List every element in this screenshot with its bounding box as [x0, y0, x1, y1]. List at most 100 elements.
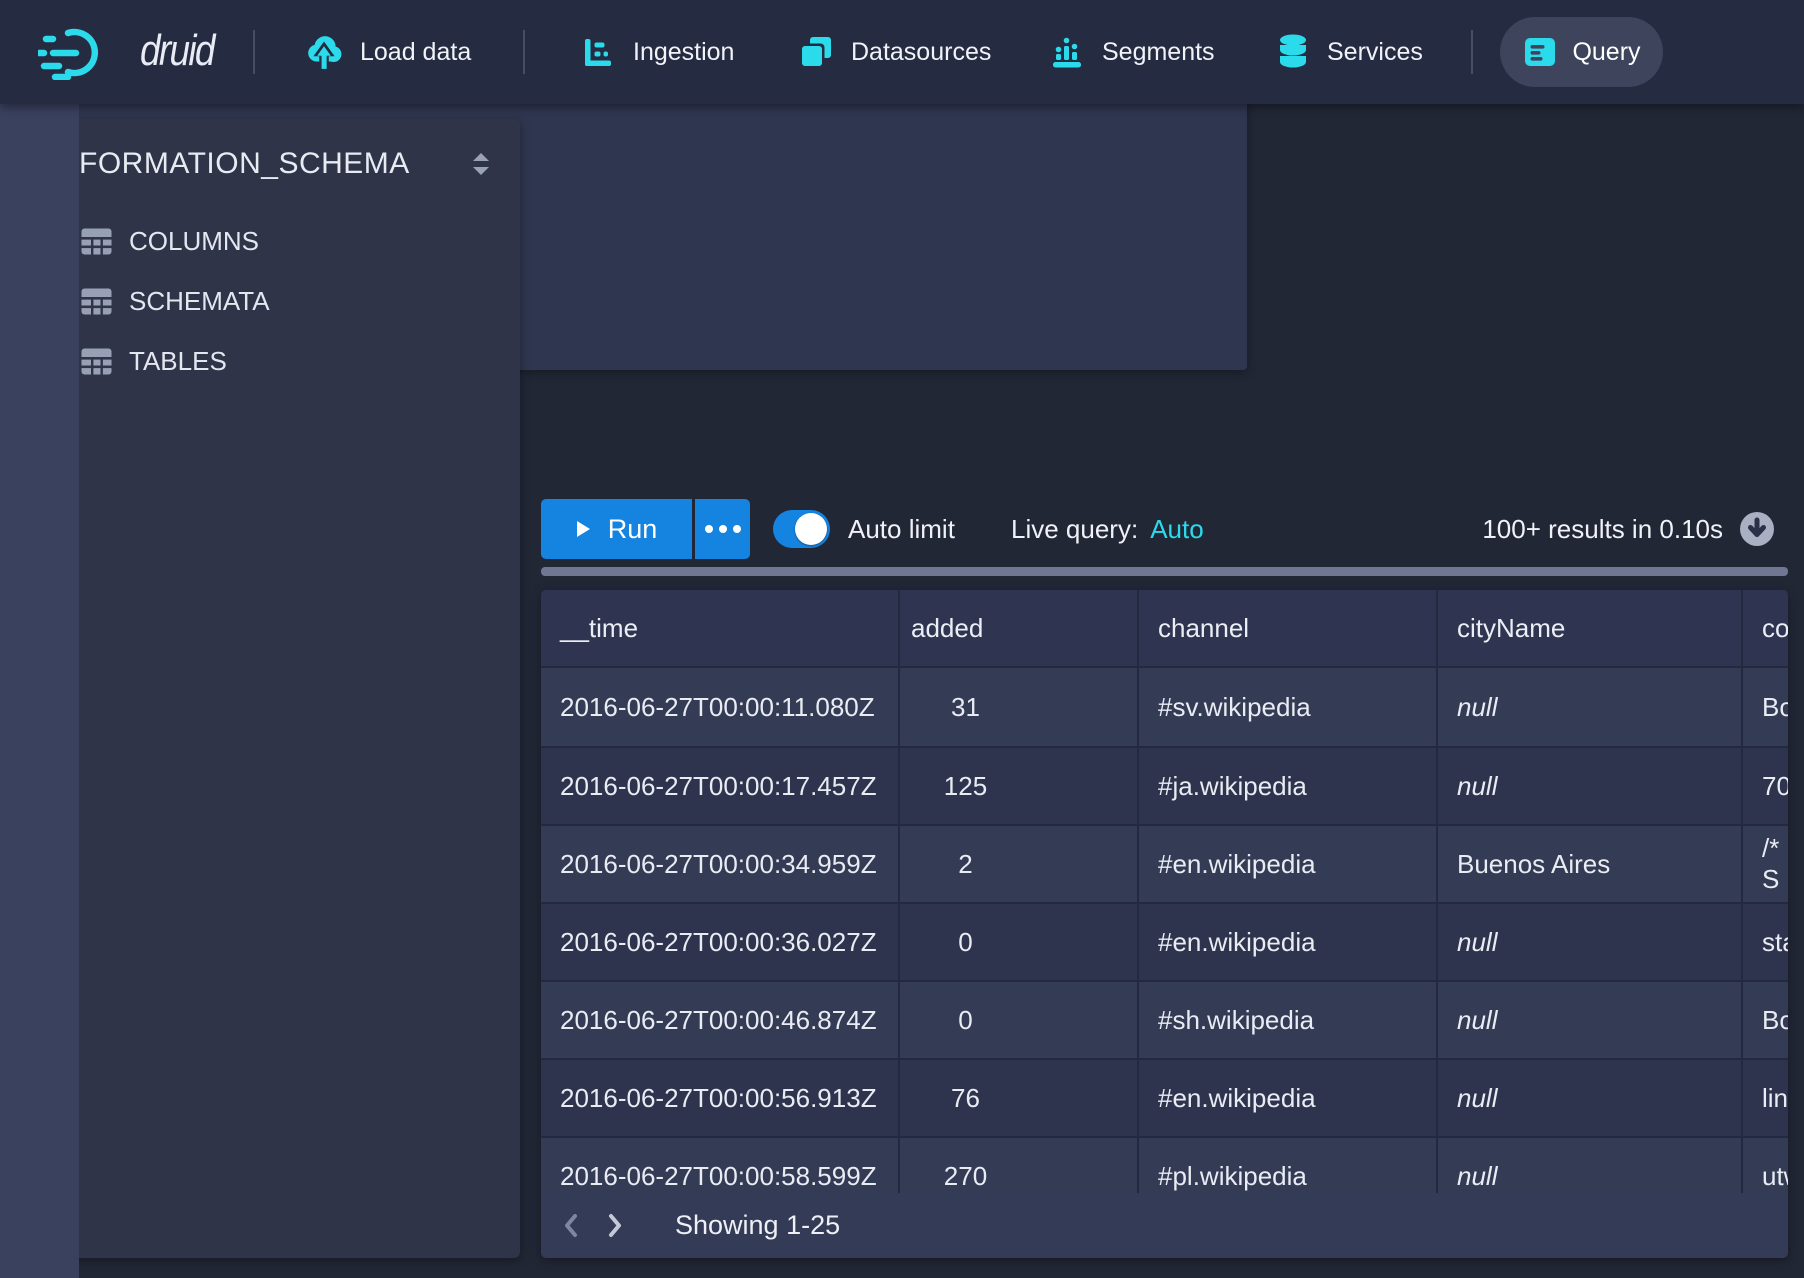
schema-tree-item-label: TABLES [129, 346, 227, 377]
navbar: druid Load data Ingestion Datasources [0, 0, 1804, 104]
database-icon [1276, 33, 1310, 71]
bar-chart-icon [1049, 34, 1085, 70]
nav-item-label: Load data [360, 38, 471, 67]
auto-limit-toggle[interactable] [773, 510, 830, 548]
cell-channel[interactable]: #en.wikipedia [1158, 826, 1316, 902]
nav-divider [1471, 30, 1473, 74]
nav-item-label: Ingestion [633, 38, 734, 67]
double-caret-icon[interactable] [470, 152, 492, 176]
cell-channel[interactable]: #sh.wikipedia [1158, 982, 1314, 1058]
live-query-value[interactable]: Auto [1150, 514, 1204, 545]
nav-divider [253, 30, 255, 74]
cell-comment[interactable]: sta [1762, 904, 1788, 980]
nav-item-label: Query [1572, 38, 1640, 67]
nav-item-label: Datasources [851, 38, 991, 67]
next-page-button[interactable] [593, 1193, 637, 1258]
cell-comment[interactable]: link [1762, 1060, 1788, 1136]
cell-time[interactable]: 2016-06-27T00:00:56.913Z [560, 1060, 877, 1136]
cell-time[interactable]: 2016-06-27T00:00:11.080Z [560, 668, 875, 746]
cell-time[interactable]: 2016-06-27T00:00:36.027Z [560, 904, 877, 980]
cell-time[interactable]: 2016-06-27T00:00:46.874Z [560, 982, 877, 1058]
cell-channel[interactable]: #en.wikipedia [1158, 1060, 1316, 1136]
gantt-chart-icon [580, 34, 616, 70]
download-results-button[interactable] [1739, 511, 1775, 547]
run-button-group: Run [541, 499, 750, 559]
schema-tree-item[interactable]: TABLES [28, 331, 520, 391]
previous-page-button[interactable] [549, 1193, 593, 1258]
cell-cityname[interactable]: null [1457, 982, 1497, 1058]
cell-comment[interactable]: Bot [1762, 982, 1788, 1058]
table-pagination-footer: Showing 1-25 [541, 1193, 1788, 1258]
cell-channel[interactable]: #en.wikipedia [1158, 904, 1316, 980]
cell-added[interactable]: 0 [899, 982, 1032, 1058]
schema-sidebar: INFORMATION_SCHEMA [28, 119, 520, 1258]
table-row: 2016-06-27T00:00:34.959Z 2 #en.wikipedia… [541, 824, 1788, 902]
cell-channel[interactable]: #ja.wikipedia [1158, 748, 1307, 824]
nav-item-services[interactable]: Services [1276, 0, 1423, 104]
table-header-row: __time added channel cityName comment [541, 590, 1788, 668]
nav-item-load-data[interactable]: Load data [305, 0, 471, 104]
auto-limit-label: Auto limit [848, 499, 955, 559]
schema-tree-item-label: COLUMNS [129, 226, 259, 257]
cell-comment[interactable]: /* S [1762, 826, 1788, 902]
schema-title: INFORMATION_SCHEMA [48, 147, 410, 181]
table-row: 2016-06-27T00:00:36.027Z 0 #en.wikipedia… [541, 902, 1788, 980]
cell-cityname[interactable]: null [1457, 1060, 1497, 1136]
panel-splitter-handle[interactable] [541, 567, 1788, 576]
cell-channel[interactable]: #sv.wikipedia [1158, 668, 1311, 746]
column-header-time[interactable]: __time [560, 590, 638, 666]
table-body: 2016-06-27T00:00:11.080Z 31 #sv.wikipedi… [541, 668, 1788, 1214]
cell-cityname[interactable]: null [1457, 668, 1497, 746]
cell-added[interactable]: 2 [899, 826, 1032, 902]
cell-time[interactable]: 2016-06-27T00:00:17.457Z [560, 748, 877, 824]
nav-item-label: Services [1327, 38, 1423, 67]
live-query-label: Live query: [1011, 514, 1138, 545]
cell-cityname[interactable]: null [1457, 748, 1497, 824]
column-header-comment[interactable]: comment [1762, 590, 1788, 666]
layers-icon [798, 34, 834, 70]
druid-logo-icon [38, 26, 134, 80]
nav-divider [523, 30, 525, 74]
nav-item-segments[interactable]: Segments [1049, 0, 1215, 104]
column-header-added[interactable]: added [911, 590, 983, 666]
schema-tree-item-label: SCHEMATA [129, 286, 270, 317]
cell-cityname[interactable]: Buenos Aires [1457, 826, 1610, 902]
schema-tree-item[interactable]: COLUMNS [28, 211, 520, 271]
column-header-channel[interactable]: channel [1158, 590, 1249, 666]
brand-wordmark: druid [140, 26, 214, 76]
nav-item-query-active[interactable]: Query [1500, 17, 1663, 87]
cell-comment[interactable]: 70. [1762, 748, 1788, 824]
cell-added[interactable]: 125 [899, 748, 1032, 824]
cell-comment[interactable]: Bot [1762, 668, 1788, 746]
table-icon [81, 228, 112, 255]
run-more-button[interactable] [695, 499, 750, 559]
run-button[interactable]: Run [541, 499, 692, 559]
run-button-label: Run [608, 514, 658, 545]
live-query-control: Live query: Auto [1011, 499, 1204, 559]
ellipsis-icon [705, 525, 713, 533]
toggle-knob [795, 513, 827, 545]
table-row: 2016-06-27T00:00:46.874Z 0 #sh.wikipedia… [541, 980, 1788, 1058]
cell-added[interactable]: 76 [899, 1060, 1032, 1136]
nav-item-datasources[interactable]: Datasources [798, 0, 991, 104]
column-divider [1137, 590, 1139, 1193]
cell-cityname[interactable]: null [1457, 904, 1497, 980]
column-divider [898, 590, 900, 1193]
column-divider [1436, 590, 1438, 1193]
pagination-status: Showing 1-25 [675, 1210, 840, 1241]
results-summary: 100+ results in 0.10s [1482, 499, 1723, 559]
nav-item-label: Segments [1102, 38, 1215, 67]
nav-item-ingestion[interactable]: Ingestion [580, 0, 734, 104]
table-icon [81, 348, 112, 375]
cell-added[interactable]: 0 [899, 904, 1032, 980]
schema-tree: COLUMNS SCHEMAT [28, 211, 520, 391]
column-header-cityname[interactable]: cityName [1457, 590, 1565, 666]
play-icon [576, 520, 591, 538]
cell-added[interactable]: 31 [899, 668, 1032, 746]
column-divider [1741, 590, 1743, 1193]
table-icon [81, 288, 112, 315]
cell-time[interactable]: 2016-06-27T00:00:34.959Z [560, 826, 877, 902]
schema-tree-item[interactable]: SCHEMATA [28, 271, 520, 331]
results-table: __time added channel cityName comment 20… [541, 590, 1788, 1258]
cloud-upload-icon [305, 33, 343, 71]
